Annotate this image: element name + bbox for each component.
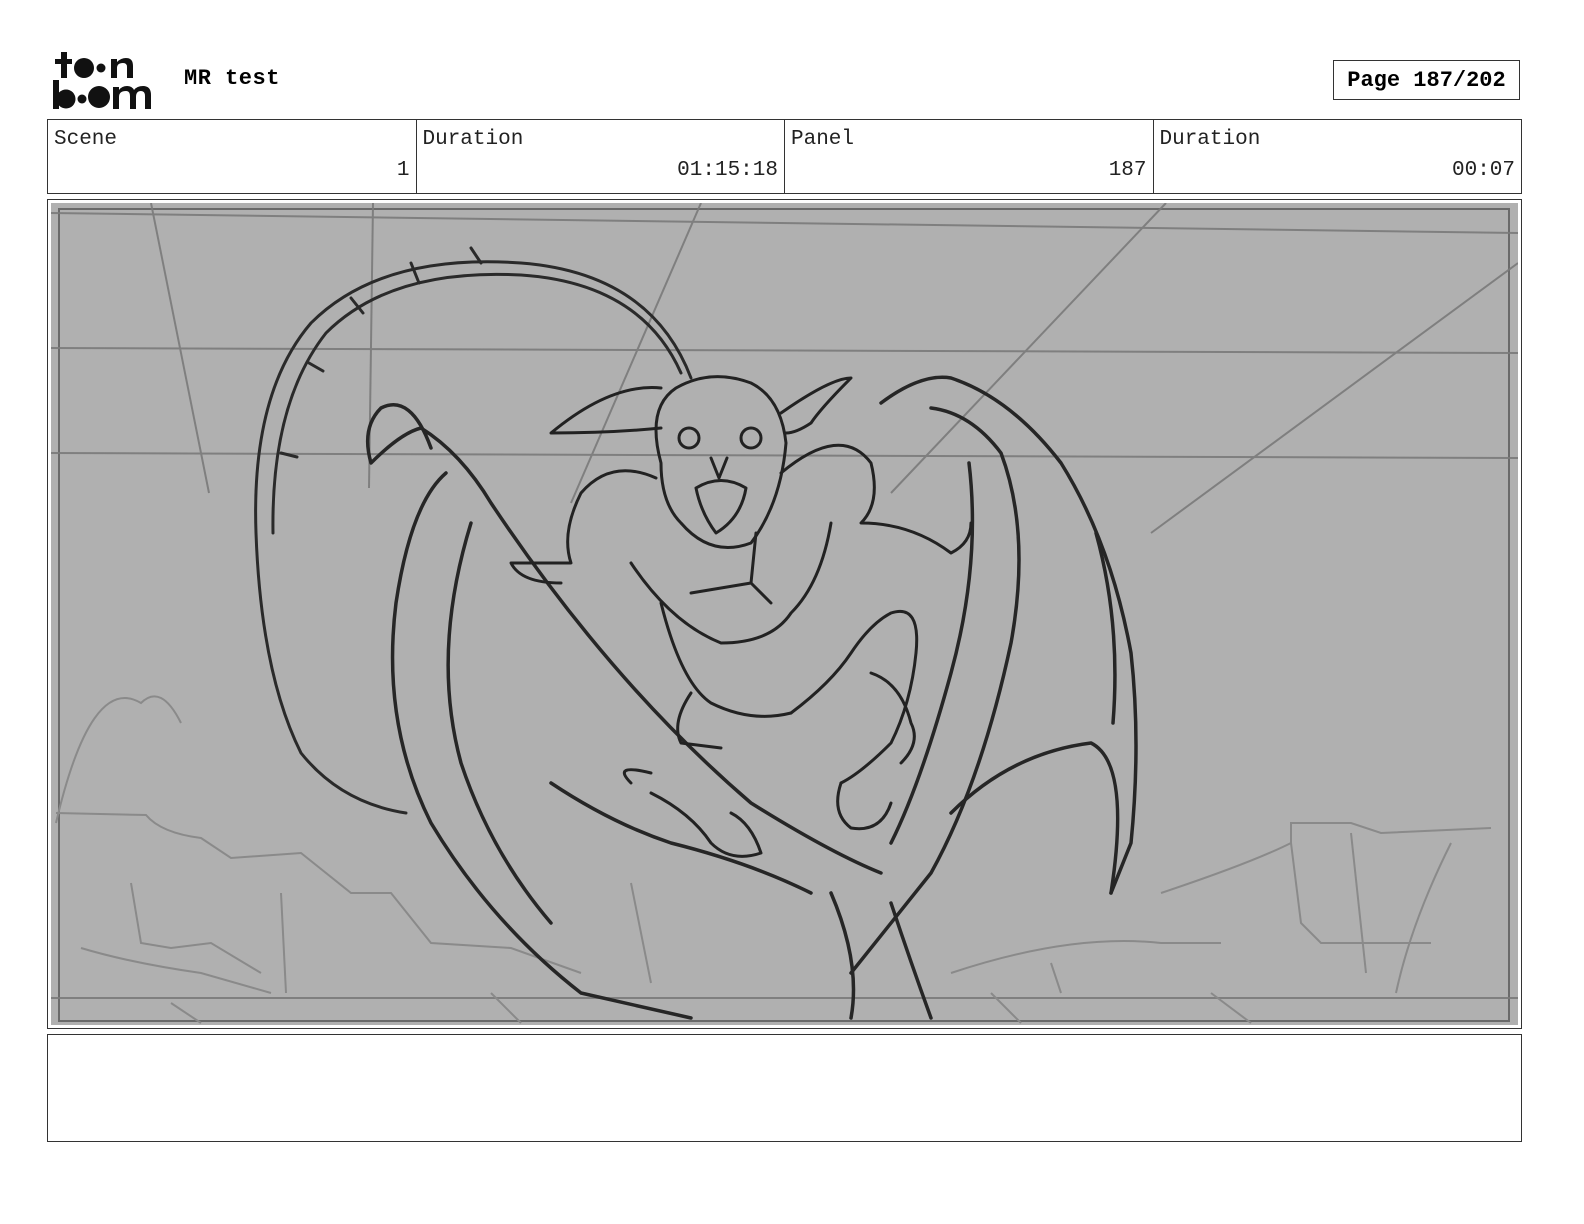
storyboard-panel-frame [47,199,1522,1029]
scene-duration-label: Duration [422,128,524,151]
panel-notes-box [47,1034,1522,1142]
scene-label: Scene [54,128,118,151]
panel-duration-cell: Duration 00:07 [1154,120,1522,193]
scene-duration-value: 01:15:18 [677,159,778,182]
scene-value: 1 [396,159,410,182]
scene-cell: Scene 1 [48,120,417,193]
panel-cell: Panel 187 [785,120,1154,193]
panel-info-bar: Scene 1 Duration 01:15:18 Panel 187 Dura… [47,119,1522,194]
toon-boom-logo [51,50,163,112]
panel-duration-value: 00:07 [1451,159,1515,182]
panel-value: 187 [1108,159,1147,182]
panel-label: Panel [791,128,855,151]
page-counter: Page 187/202 [1333,60,1520,100]
storyboard-sketch-image [51,203,1518,1025]
scene-duration-cell: Duration 01:15:18 [417,120,785,193]
project-title: MR test [184,66,280,91]
panel-duration-label: Duration [1159,128,1261,151]
